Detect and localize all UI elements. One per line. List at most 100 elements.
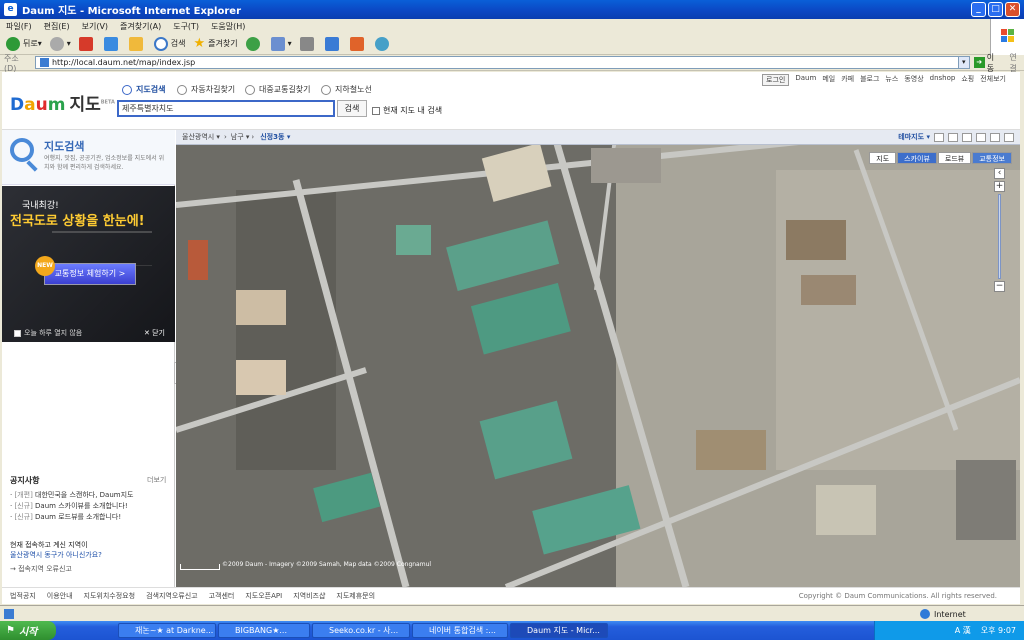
menu-edit[interactable]: 편집(E) bbox=[44, 21, 70, 32]
pan-left-button[interactable]: ‹ bbox=[994, 168, 1005, 179]
home-button[interactable] bbox=[128, 36, 146, 51]
print-button[interactable] bbox=[299, 36, 317, 51]
traffic-try-button[interactable]: 교통정보 체험하기 > bbox=[44, 263, 136, 285]
taskbar-item[interactable]: Seeko.co.kr - 사... bbox=[312, 623, 410, 638]
forward-button[interactable]: ▾ bbox=[49, 36, 71, 51]
top-link[interactable]: 뉴스 bbox=[885, 74, 898, 86]
edit-button[interactable] bbox=[324, 36, 342, 51]
search-toolbar-button[interactable]: 검색 bbox=[153, 36, 186, 51]
menu-favorites[interactable]: 즐겨찾기(A) bbox=[120, 21, 161, 32]
footer-link[interactable]: 검색지역오류신고 bbox=[146, 591, 198, 601]
taskbar-item[interactable]: BIGBANG★... bbox=[218, 623, 310, 638]
top-link[interactable]: 쇼핑 bbox=[961, 74, 974, 86]
search-within-map-checkbox[interactable]: 현재 지도 내 검색 bbox=[372, 105, 442, 116]
daum-map-logo[interactable]: Daum 지도BETA bbox=[10, 90, 115, 115]
top-link[interactable]: 메일 bbox=[822, 74, 835, 86]
top-link[interactable]: 카페 bbox=[841, 74, 854, 86]
address-input[interactable]: http://local.daum.net/map/index.jsp ▾ bbox=[34, 56, 970, 69]
printer-icon[interactable] bbox=[990, 132, 1000, 142]
zoom-out-button[interactable]: − bbox=[994, 281, 1005, 292]
close-button[interactable]: ✕ bbox=[1005, 2, 1020, 17]
current-location-link[interactable]: 울산광역시 동구가 아니신가요? bbox=[10, 550, 102, 560]
address-dropdown[interactable]: ▾ bbox=[957, 57, 969, 68]
tab-map[interactable]: 지도 bbox=[869, 152, 897, 164]
minimize-button[interactable]: _ bbox=[971, 2, 986, 17]
links-button[interactable]: 연결 bbox=[1009, 52, 1024, 74]
tab-roadview[interactable]: 로드뷰 bbox=[937, 152, 972, 164]
footer-link[interactable]: 고객센터 bbox=[209, 591, 235, 601]
nav-subway[interactable]: 지하철노선 bbox=[321, 84, 372, 95]
print-icon bbox=[299, 36, 314, 51]
footer-copyright: Copyright © Daum Communications. All rig… bbox=[798, 592, 997, 600]
notice-item[interactable]: · [신규] Daum 로드뷰를 소개합니다! bbox=[10, 512, 121, 522]
start-button[interactable]: ⚑ 시작 bbox=[0, 621, 56, 640]
notice-more-link[interactable]: 더보기 bbox=[147, 475, 166, 485]
toolbar-extra-button[interactable] bbox=[349, 36, 367, 51]
history-button[interactable] bbox=[245, 36, 263, 51]
top-link[interactable]: 블로그 bbox=[860, 74, 879, 86]
page-icon bbox=[39, 58, 49, 67]
checkbox-icon bbox=[372, 106, 380, 115]
mail-button[interactable]: ▾ bbox=[270, 36, 292, 51]
skyview-map[interactable]: 울산광역시 ▾ › 남구 ▾ › 신정3동 ▾ 테마지도 ▾ 지도 스카이뷰 로… bbox=[176, 130, 1020, 587]
taskbar-item[interactable]: 네이버 통합검색 :... bbox=[412, 623, 508, 638]
zoom-in-button[interactable]: + bbox=[994, 181, 1005, 192]
fullscreen-icon[interactable] bbox=[1004, 132, 1014, 142]
tab-traffic[interactable]: 교통정보 bbox=[972, 152, 1012, 164]
map-search-button[interactable]: 검색 bbox=[337, 100, 367, 117]
map-location-bar: 울산광역시 ▾ › 남구 ▾ › 신정3동 ▾ 테마지도 ▾ bbox=[176, 130, 1020, 145]
nav-transit-route[interactable]: 대중교통길찾기 bbox=[245, 84, 311, 95]
taskbar-item-active[interactable]: Daum 지도 - Micr... bbox=[510, 623, 608, 638]
mail-icon[interactable] bbox=[962, 132, 972, 142]
top-link[interactable]: 동영상 bbox=[904, 74, 923, 86]
menu-help[interactable]: 도움말(H) bbox=[211, 21, 245, 32]
traffic-ad-banner[interactable]: 국내최강! 전국도로 상황을 한눈에! 교통정보 체험하기 > NEW 오늘 하… bbox=[2, 186, 175, 342]
refresh-button[interactable] bbox=[103, 36, 121, 51]
save-icon[interactable] bbox=[976, 132, 986, 142]
location-error-report-link[interactable]: → 접속지역 오류신고 bbox=[10, 564, 72, 574]
tab-skyview[interactable]: 스카이뷰 bbox=[897, 152, 937, 164]
breadcrumb-district[interactable]: 남구 ▾ bbox=[231, 132, 250, 142]
nav-map-search[interactable]: 지도검색 bbox=[122, 84, 165, 95]
theme-map-dropdown[interactable]: 테마지도 ▾ bbox=[898, 132, 930, 142]
ime-indicator[interactable]: A 漢 bbox=[955, 625, 971, 636]
print-icon[interactable] bbox=[934, 132, 944, 142]
footer-link[interactable]: 지역비즈샵 bbox=[293, 591, 325, 601]
messenger-button[interactable] bbox=[374, 36, 392, 51]
footer-link[interactable]: 법적공지 bbox=[10, 591, 36, 601]
breadcrumb-dong[interactable]: 신정3동 ▾ bbox=[260, 132, 290, 142]
footer-link[interactable]: 이용안내 bbox=[47, 591, 73, 601]
zoom-slider[interactable] bbox=[998, 194, 1001, 279]
clock[interactable]: 오후 9:07 bbox=[981, 625, 1016, 636]
stop-button[interactable] bbox=[78, 36, 96, 51]
home-icon bbox=[128, 36, 143, 51]
menu-file[interactable]: 파일(F) bbox=[6, 21, 32, 32]
daum-header: Daum 지도BETA 지도검색 자동차길찾기 대중교통길찾기 지하철노선 제주특… bbox=[2, 72, 1020, 130]
top-link[interactable]: dnshop bbox=[930, 74, 956, 86]
ad-close-button[interactable]: ✕ 닫기 bbox=[144, 328, 165, 338]
map-copyright: ©2009 Daum - Imagery ©2009 Samah, Map da… bbox=[222, 561, 432, 568]
measure-icon[interactable] bbox=[948, 132, 958, 142]
top-link[interactable]: Daum bbox=[795, 74, 816, 86]
notice-title: 공지사항 bbox=[10, 476, 40, 485]
taskbar-item[interactable]: 재논~★ at Darkne... bbox=[118, 623, 216, 638]
page-status-icon bbox=[4, 609, 14, 619]
login-button[interactable]: 로그인 bbox=[762, 74, 790, 86]
footer-link[interactable]: 지도제휴문의 bbox=[336, 591, 375, 601]
footer-link[interactable]: 지도오픈API bbox=[245, 591, 282, 601]
notice-item[interactable]: · [신규] Daum 스카이뷰를 소개합니다! bbox=[10, 501, 128, 511]
go-button[interactable]: ➜ 이동 bbox=[973, 52, 1002, 74]
favorites-button[interactable]: ★ 즐겨찾기 bbox=[194, 36, 238, 51]
footer-link[interactable]: 지도위치수정요청 bbox=[84, 591, 136, 601]
maximize-button[interactable]: □ bbox=[988, 2, 1003, 17]
menu-tools[interactable]: 도구(T) bbox=[173, 21, 199, 32]
notice-item[interactable]: · [개편] 대한민국을 스캔하다, Daum지도 bbox=[10, 490, 133, 500]
window-titlebar[interactable]: e Daum 지도 - Microsoft Internet Explorer … bbox=[0, 0, 1024, 19]
breadcrumb-city[interactable]: 울산광역시 ▾ bbox=[182, 132, 220, 142]
top-link[interactable]: 전체보기 bbox=[980, 74, 1006, 86]
map-search-desc: 여행지, 맛집, 공공기관, 업소정보를 지도에서 위치와 함께 편리하게 검색… bbox=[44, 155, 165, 171]
map-search-input[interactable]: 제주특별자치도 bbox=[117, 100, 335, 117]
nav-car-route[interactable]: 자동차길찾기 bbox=[177, 84, 235, 95]
back-button[interactable]: 뒤로 ▾ bbox=[6, 36, 42, 51]
menu-view[interactable]: 보기(V) bbox=[82, 21, 108, 32]
